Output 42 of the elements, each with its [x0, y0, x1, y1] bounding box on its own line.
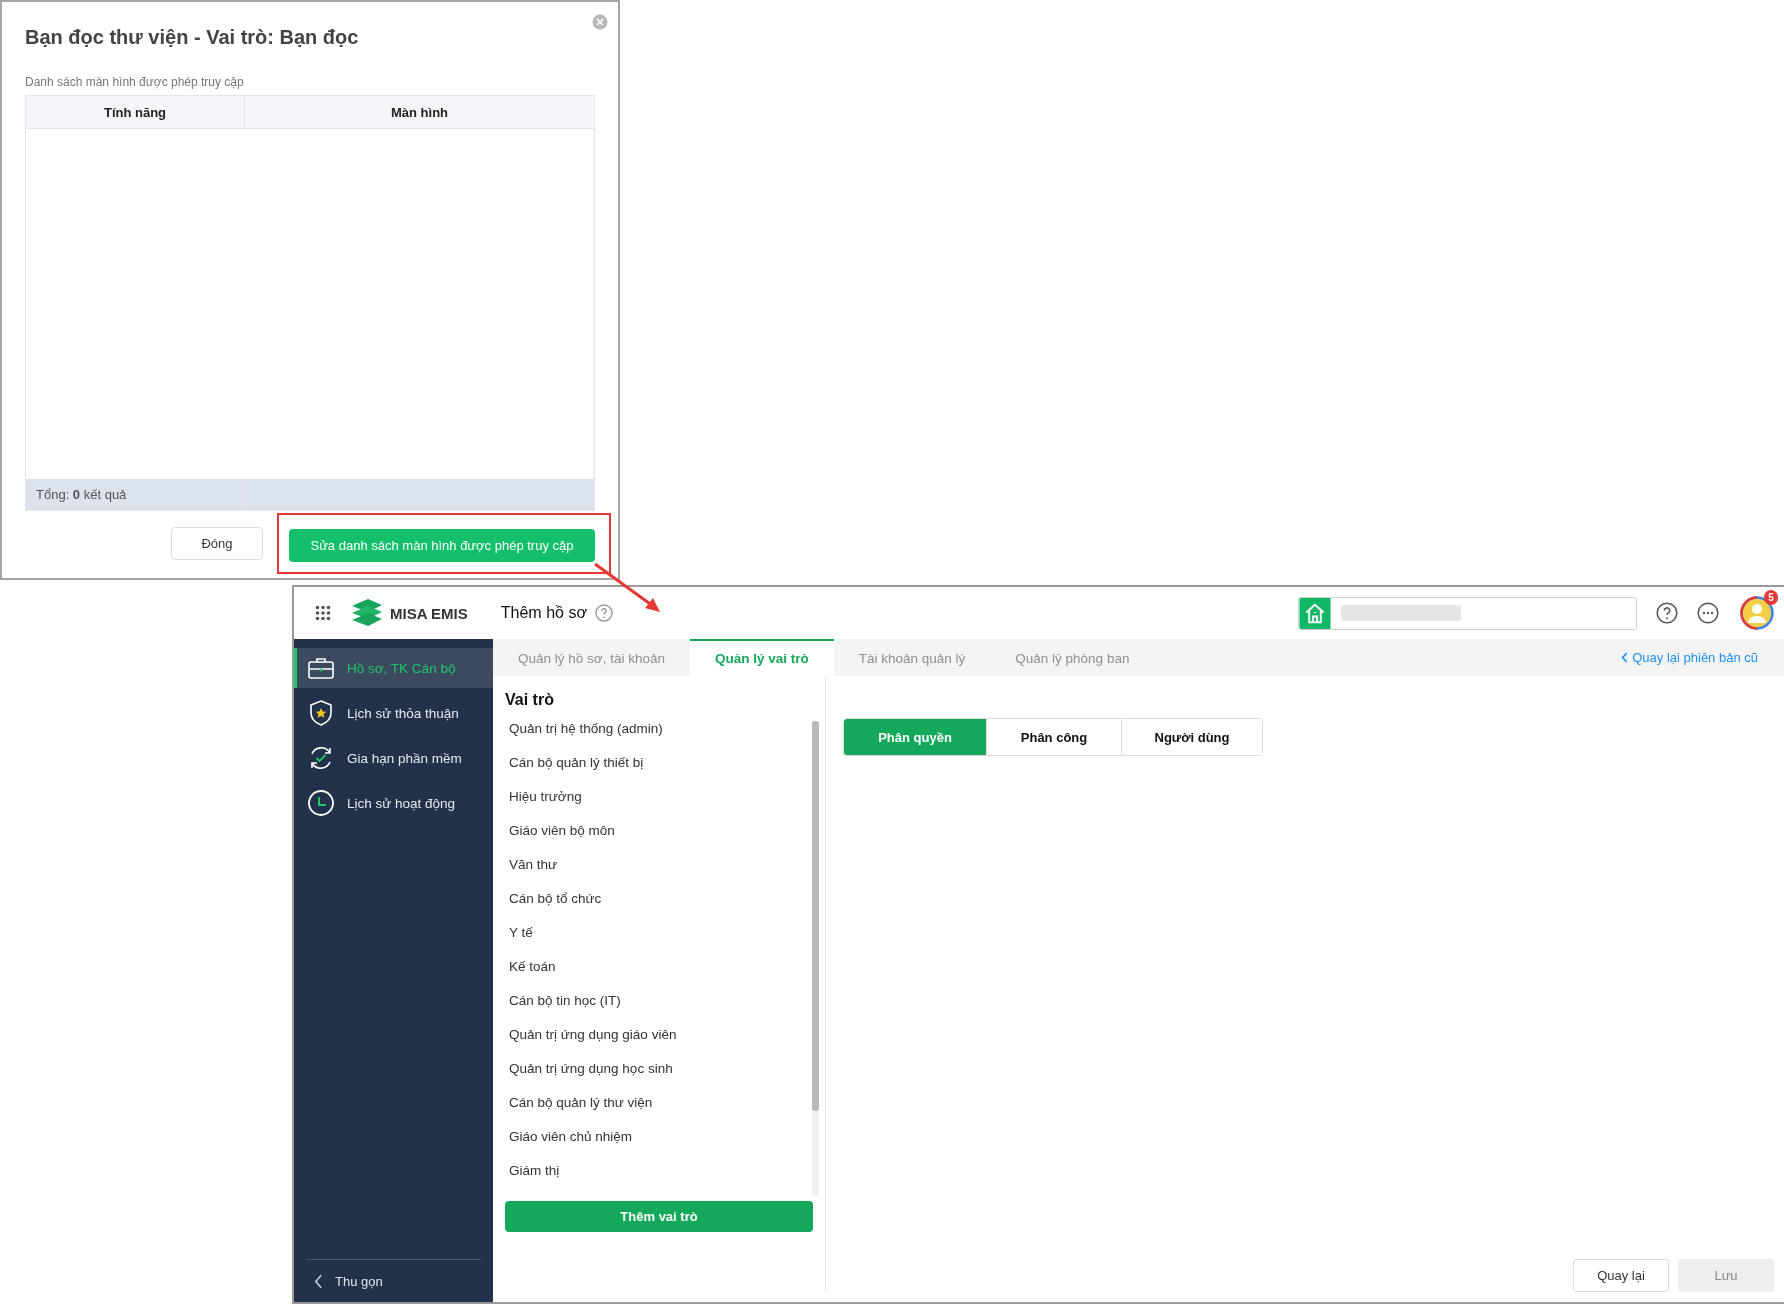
- role-item[interactable]: Hiệu trưởng: [505, 779, 812, 813]
- role-item[interactable]: Quản trị hệ thống (admin): [505, 711, 812, 745]
- back-button[interactable]: Quay lại: [1573, 1259, 1669, 1292]
- total-count: Tổng: 0 kết quả: [36, 487, 127, 502]
- clock-icon: [307, 789, 335, 817]
- chevron-left-icon: [314, 1273, 323, 1289]
- collapse-button[interactable]: Thu gọn: [306, 1259, 481, 1302]
- close-button[interactable]: Đóng: [171, 527, 263, 560]
- segment-tab[interactable]: Người dùng: [1121, 719, 1262, 755]
- table-caption: Danh sách màn hình được phép truy cập: [25, 75, 244, 89]
- page-title: Thêm hồ sơ: [500, 604, 587, 622]
- role-item[interactable]: Văn thư: [505, 847, 812, 881]
- sidebar-item[interactable]: Lịch sử hoạt động: [294, 783, 493, 823]
- scrollbar-thumb[interactable]: [812, 721, 819, 1111]
- role-item[interactable]: Cán bộ quản lý thiết bị: [505, 745, 812, 779]
- role-item[interactable]: Y tế: [505, 915, 812, 949]
- sidebar-item[interactable]: Gia hạn phần mềm: [294, 738, 493, 778]
- brand-name: MISA EMIS: [390, 604, 468, 622]
- school-selector-field[interactable]: [1298, 596, 1637, 630]
- briefcase-icon: [307, 656, 335, 680]
- section-title: Vai trò: [505, 691, 554, 709]
- apps-grid-icon[interactable]: [315, 605, 331, 621]
- sidebar-item[interactable]: Hồ sơ, TK Cán bộ: [294, 648, 493, 688]
- sidebar-item[interactable]: Lịch sử thỏa thuận: [294, 693, 493, 733]
- role-item[interactable]: Cán bộ tin học (IT): [505, 983, 812, 1017]
- role-item[interactable]: Giáo viên bộ môn: [505, 813, 812, 847]
- more-icon[interactable]: [1697, 602, 1719, 624]
- role-item[interactable]: Cán bộ tổ chức: [505, 881, 812, 915]
- role-item[interactable]: Kế toán: [505, 949, 812, 983]
- column-header: Màn hình: [389, 103, 449, 122]
- home-icon: [1299, 597, 1331, 629]
- role-item[interactable]: Cán bộ quản lý thư viện: [505, 1085, 812, 1119]
- role-item[interactable]: Giáo viên chủ nhiệm: [505, 1119, 812, 1153]
- help-icon[interactable]: [1656, 602, 1678, 624]
- notification-badge: 5: [1764, 590, 1778, 605]
- role-item[interactable]: Quản trị ứng dụng học sinh: [505, 1051, 812, 1085]
- shield-star-icon: [307, 699, 335, 727]
- role-item[interactable]: Quản trị ứng dụng giáo viên: [505, 1017, 812, 1051]
- role-item[interactable]: Giám thị: [505, 1153, 812, 1187]
- column-header: Tính năng: [26, 96, 245, 128]
- dialog-title: Bạn đọc thư viện - Vai trò: Bạn đọc: [25, 26, 359, 49]
- chevron-left-icon: [1621, 652, 1629, 663]
